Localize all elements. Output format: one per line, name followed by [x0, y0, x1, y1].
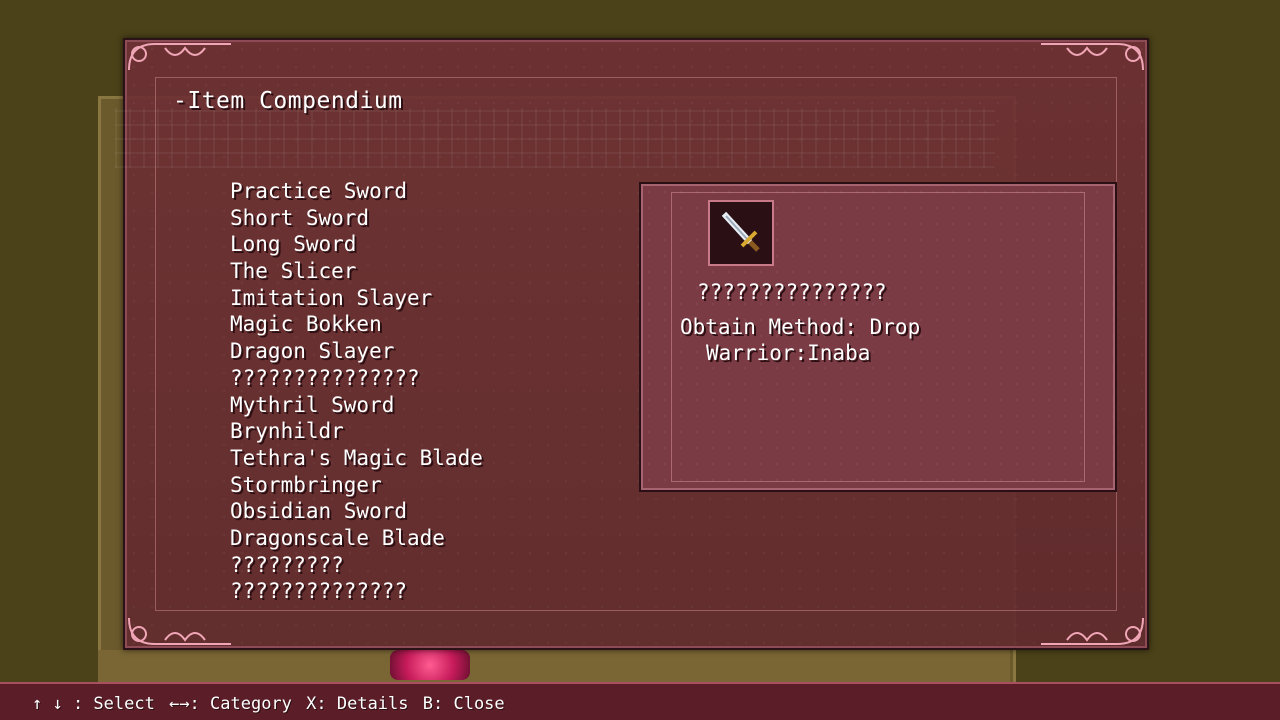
help-text: ↑ ↓ : Select ←→: Category X: Details B: … [32, 694, 509, 714]
detail-obtain-method: Obtain Method: Drop [680, 315, 921, 339]
item-list: Practice Sword Short Sword Long Sword Th… [226, 178, 544, 605]
list-item[interactable]: Magic Bokken [230, 311, 483, 338]
list-item[interactable]: Short Sword [230, 205, 483, 232]
glowing-orb [390, 650, 470, 680]
ornament-corner-icon [1037, 40, 1147, 74]
ornament-corner-icon [1037, 614, 1147, 648]
list-item[interactable]: Dragonscale Blade [230, 525, 483, 552]
list-item[interactable]: Imitation Slayer [230, 285, 483, 312]
list-item[interactable]: ????????? [230, 552, 483, 579]
list-item[interactable]: Mythril Sword [230, 392, 483, 419]
list-item-selected[interactable]: ??????????????? [226, 365, 544, 392]
help-select: ↑ ↓ : Select [32, 694, 155, 714]
list-item[interactable]: Practice Sword [230, 178, 483, 205]
window-title: -Item Compendium [173, 88, 403, 114]
help-details: X: Details [306, 694, 409, 714]
list-item[interactable]: Stormbringer [230, 472, 483, 499]
list-item[interactable]: Long Sword [230, 231, 483, 258]
sword-icon [721, 211, 760, 252]
item-icon-frame [708, 200, 774, 266]
list-item[interactable]: The Slicer [230, 258, 483, 285]
list-item[interactable]: Brynhildr [230, 418, 483, 445]
list-item[interactable]: Obsidian Sword [230, 498, 483, 525]
ornament-corner-icon [125, 614, 235, 648]
ornament-corner-icon [125, 40, 235, 74]
help-close: B: Close [422, 694, 505, 714]
detail-item-name: ??????????????? [697, 280, 887, 304]
list-item[interactable]: Tethra's Magic Blade [230, 445, 483, 472]
list-item[interactable]: Dragon Slayer [230, 338, 483, 365]
detail-source: Warrior:Inaba [706, 341, 871, 365]
list-item[interactable]: ?????????????? [230, 578, 483, 605]
help-category: ←→: Category [169, 694, 292, 714]
lattice-pattern [115, 108, 995, 168]
